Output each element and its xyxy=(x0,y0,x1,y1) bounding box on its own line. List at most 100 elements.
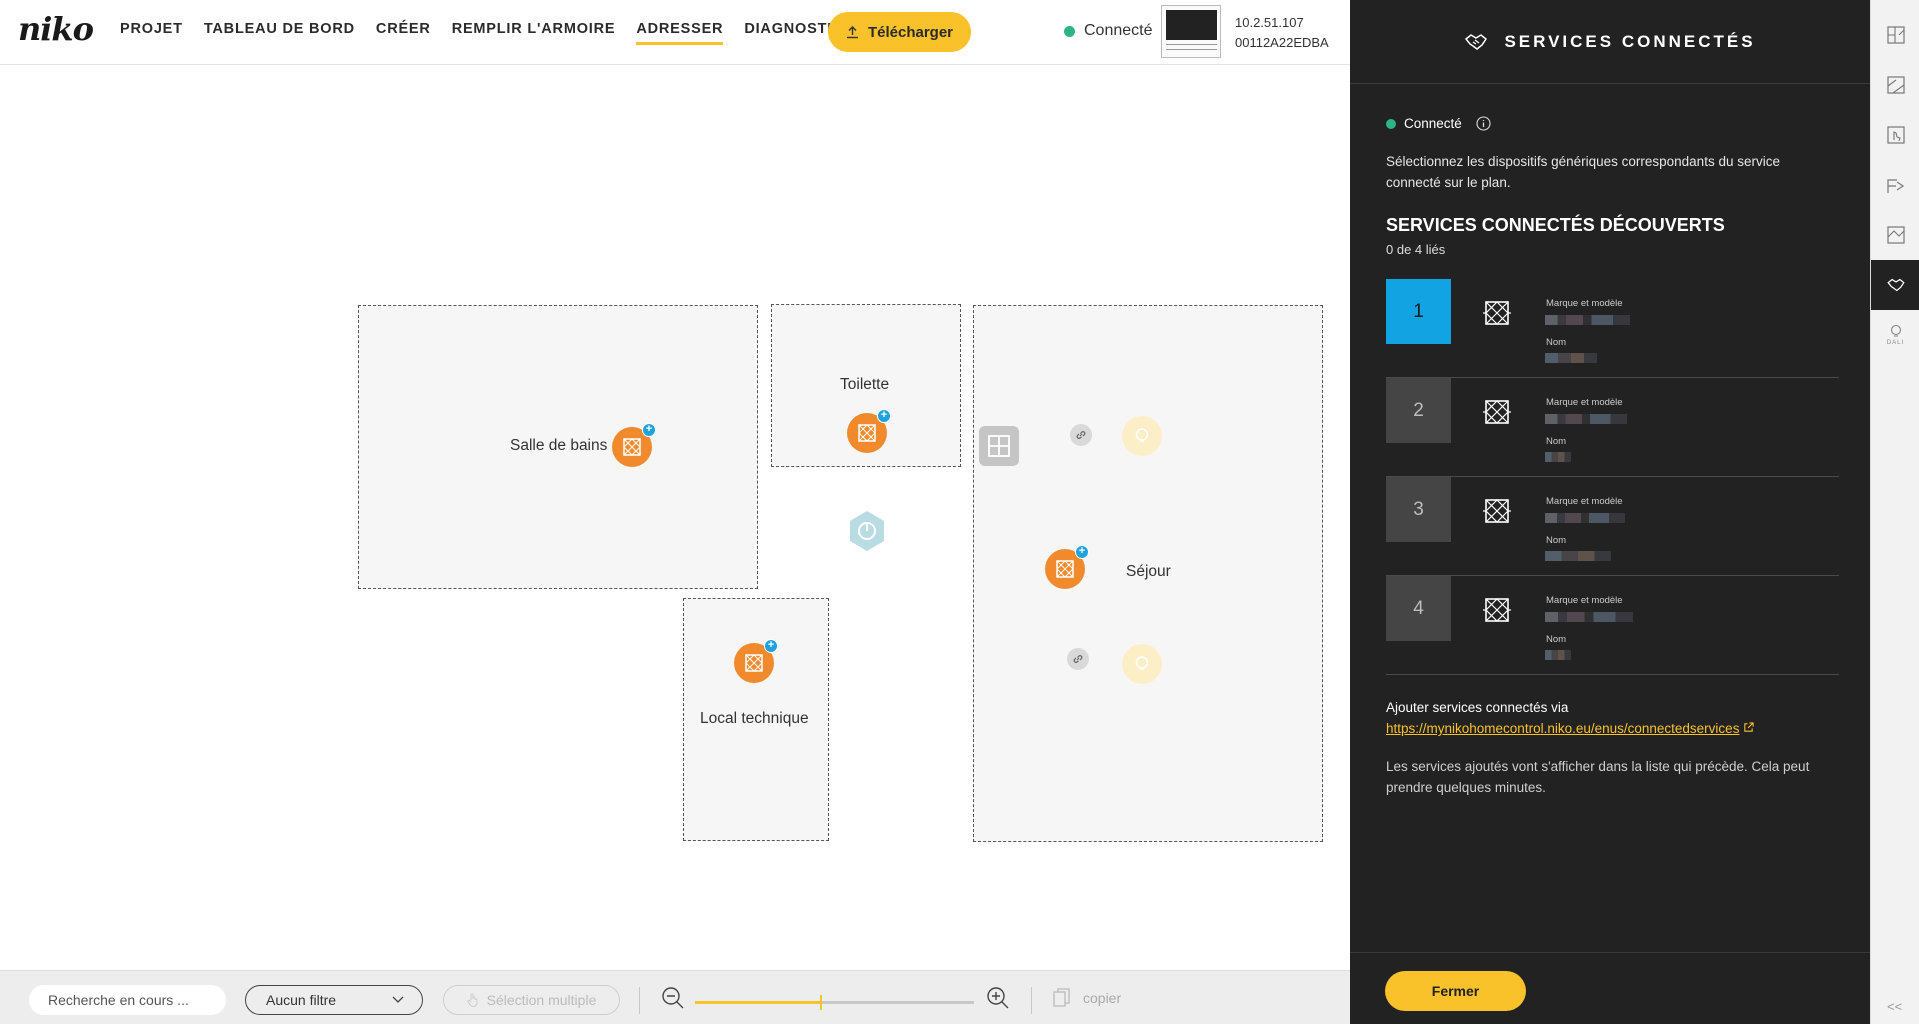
add-badge-icon: + xyxy=(877,409,891,423)
power-module-icon[interactable] xyxy=(848,510,886,552)
rail-floorplan-1[interactable] xyxy=(1871,10,1919,60)
generic-device-icon xyxy=(1056,560,1074,578)
dali-label: DALI xyxy=(1886,340,1905,346)
generic-device-icon xyxy=(1483,400,1511,424)
add-via-label: Ajouter services connectés via xyxy=(1386,700,1569,715)
zoom-in-icon[interactable] xyxy=(986,986,1010,1010)
nav-tableau-de-bord[interactable]: TABLEAU DE BORD xyxy=(204,21,355,45)
layout-icon xyxy=(1886,226,1905,244)
download-label: Télécharger xyxy=(867,23,954,41)
brand-model-label: Marque et modèle xyxy=(1546,595,1623,606)
service-number-badge[interactable]: 3 xyxy=(1386,477,1451,542)
service-name-value-redacted xyxy=(1545,650,1571,660)
panel-header: SERVICES CONNECTÉS xyxy=(1350,0,1870,84)
link-icon[interactable] xyxy=(1070,424,1092,446)
toolbar-divider xyxy=(639,987,640,1014)
connected-services-panel: SERVICES CONNECTÉS Connecté Sélectionnez… xyxy=(1350,0,1870,1024)
controller-thumbnail[interactable] xyxy=(1161,5,1221,58)
search-input[interactable] xyxy=(29,985,226,1015)
service-item[interactable]: 4 Marque et modèle Nom xyxy=(1386,576,1839,675)
window-grid-icon[interactable] xyxy=(979,426,1019,466)
controller-screen xyxy=(1166,10,1217,40)
service-number-badge[interactable]: 2 xyxy=(1386,378,1451,443)
discovered-heading: SERVICES CONNECTÉS DÉCOUVERTS xyxy=(1386,215,1725,235)
service-name-value-redacted xyxy=(1545,353,1597,363)
nav-creer[interactable]: CRÉER xyxy=(376,21,431,45)
service-item[interactable]: 2 Marque et modèle Nom xyxy=(1386,378,1839,477)
panel-description: Sélectionnez les dispositifs génériques … xyxy=(1386,154,1780,190)
generic-device-sejour[interactable]: + xyxy=(1045,545,1089,589)
panel-status-label: Connecté xyxy=(1404,116,1462,131)
generic-device-icon xyxy=(1483,598,1511,622)
bottom-toolbar: Aucun filtre Sélection multiple copier xyxy=(0,970,1350,1024)
generic-device-icon xyxy=(745,654,763,672)
service-name-label: Nom xyxy=(1546,634,1567,645)
brand-model-value-redacted xyxy=(1545,612,1633,622)
service-item[interactable]: 3 Marque et modèle Nom xyxy=(1386,477,1839,576)
controller-info: 10.2.51.107 00112A22EDBA xyxy=(1235,13,1329,53)
service-number-badge[interactable]: 4 xyxy=(1386,576,1451,641)
room-label-toilette: Toilette xyxy=(840,376,890,393)
brand-model-label: Marque et modèle xyxy=(1546,298,1623,309)
controller-ip: 10.2.51.107 xyxy=(1235,15,1304,30)
brand-model-value-redacted xyxy=(1545,513,1625,523)
copy-label: copier xyxy=(1083,990,1122,1006)
top-header: niko PROJET TABLEAU DE BORD CRÉER REMPLI… xyxy=(0,0,1350,65)
export-icon xyxy=(1886,179,1904,193)
generic-device-icon xyxy=(858,424,876,442)
light-bulb-icon[interactable] xyxy=(1122,644,1162,684)
app-window: niko PROJET TABLEAU DE BORD CRÉER REMPLI… xyxy=(0,0,1919,1024)
copy-icon xyxy=(1053,988,1070,1007)
add-badge-icon: + xyxy=(642,423,656,437)
nav-projet[interactable]: PROJET xyxy=(120,21,183,45)
room-label-salle-de-bains: Salle de bains xyxy=(510,437,608,454)
connection-status: Connecté xyxy=(1064,22,1153,40)
nav-remplir-armoire[interactable]: REMPLIR L'ARMOIRE xyxy=(452,21,616,45)
filter-dropdown[interactable]: Aucun filtre xyxy=(245,985,423,1015)
brand-model-label: Marque et modèle xyxy=(1546,397,1623,408)
external-link-icon xyxy=(1744,722,1754,732)
status-dot-icon xyxy=(1386,118,1396,129)
generic-device-local-technique[interactable]: + xyxy=(734,639,778,683)
copy-button[interactable]: copier xyxy=(1053,988,1121,1008)
generic-device-icon xyxy=(1483,499,1511,523)
zoom-slider[interactable] xyxy=(695,995,974,1010)
add-badge-icon: + xyxy=(1075,545,1089,559)
generic-device-toilette[interactable]: + xyxy=(847,409,891,453)
zoom-slider-fill xyxy=(695,1001,821,1004)
light-bulb-icon[interactable] xyxy=(1122,416,1162,456)
floorplan-canvas[interactable]: Salle de bains + Toilette + Local techni… xyxy=(0,65,1350,970)
generic-device-icon xyxy=(1483,301,1511,325)
panel-connection-status: Connecté xyxy=(1386,116,1491,131)
rail-layout[interactable] xyxy=(1871,210,1919,260)
service-name-value-redacted xyxy=(1545,452,1571,462)
generic-device-salle-de-bains[interactable]: + xyxy=(612,423,656,467)
zoom-out-icon[interactable] xyxy=(661,986,685,1010)
linked-count: 0 de 4 liés xyxy=(1386,242,1446,257)
main-nav: PROJET TABLEAU DE BORD CRÉER REMPLIR L'A… xyxy=(120,21,881,45)
service-item[interactable]: 1 Marque et modèle Nom xyxy=(1386,279,1839,378)
service-number-badge[interactable]: 1 xyxy=(1386,279,1451,344)
panel-title: SERVICES CONNECTÉS xyxy=(1504,31,1756,51)
rail-connected-services[interactable] xyxy=(1871,260,1919,310)
rail-floorplan-2[interactable] xyxy=(1871,60,1919,110)
rail-touch[interactable] xyxy=(1871,110,1919,160)
chevron-down-icon xyxy=(392,996,404,1003)
panel-note: Les services ajoutés vont s'afficher dan… xyxy=(1386,759,1810,795)
niko-logo[interactable]: niko xyxy=(18,10,94,48)
status-dot-icon xyxy=(1064,25,1075,37)
handshake-icon xyxy=(1886,278,1905,292)
download-button[interactable]: Télécharger xyxy=(828,12,971,52)
rail-dali[interactable]: DALI xyxy=(1871,310,1919,360)
zoom-slider-thumb[interactable] xyxy=(819,995,822,1010)
filter-value: Aucun filtre xyxy=(266,992,337,1008)
link-icon[interactable] xyxy=(1067,648,1089,670)
close-button[interactable]: Fermer xyxy=(1385,971,1526,1011)
nav-adresser[interactable]: ADRESSER xyxy=(636,21,724,45)
service-name-label: Nom xyxy=(1546,337,1567,348)
info-icon[interactable] xyxy=(1476,116,1491,131)
multi-select-button[interactable]: Sélection multiple xyxy=(443,985,620,1015)
collapse-rail-icon[interactable]: << xyxy=(1887,999,1902,1014)
connected-services-link[interactable]: https://mynikohomecontrol.niko.eu/enus/c… xyxy=(1386,721,1739,736)
rail-export[interactable] xyxy=(1871,160,1919,210)
